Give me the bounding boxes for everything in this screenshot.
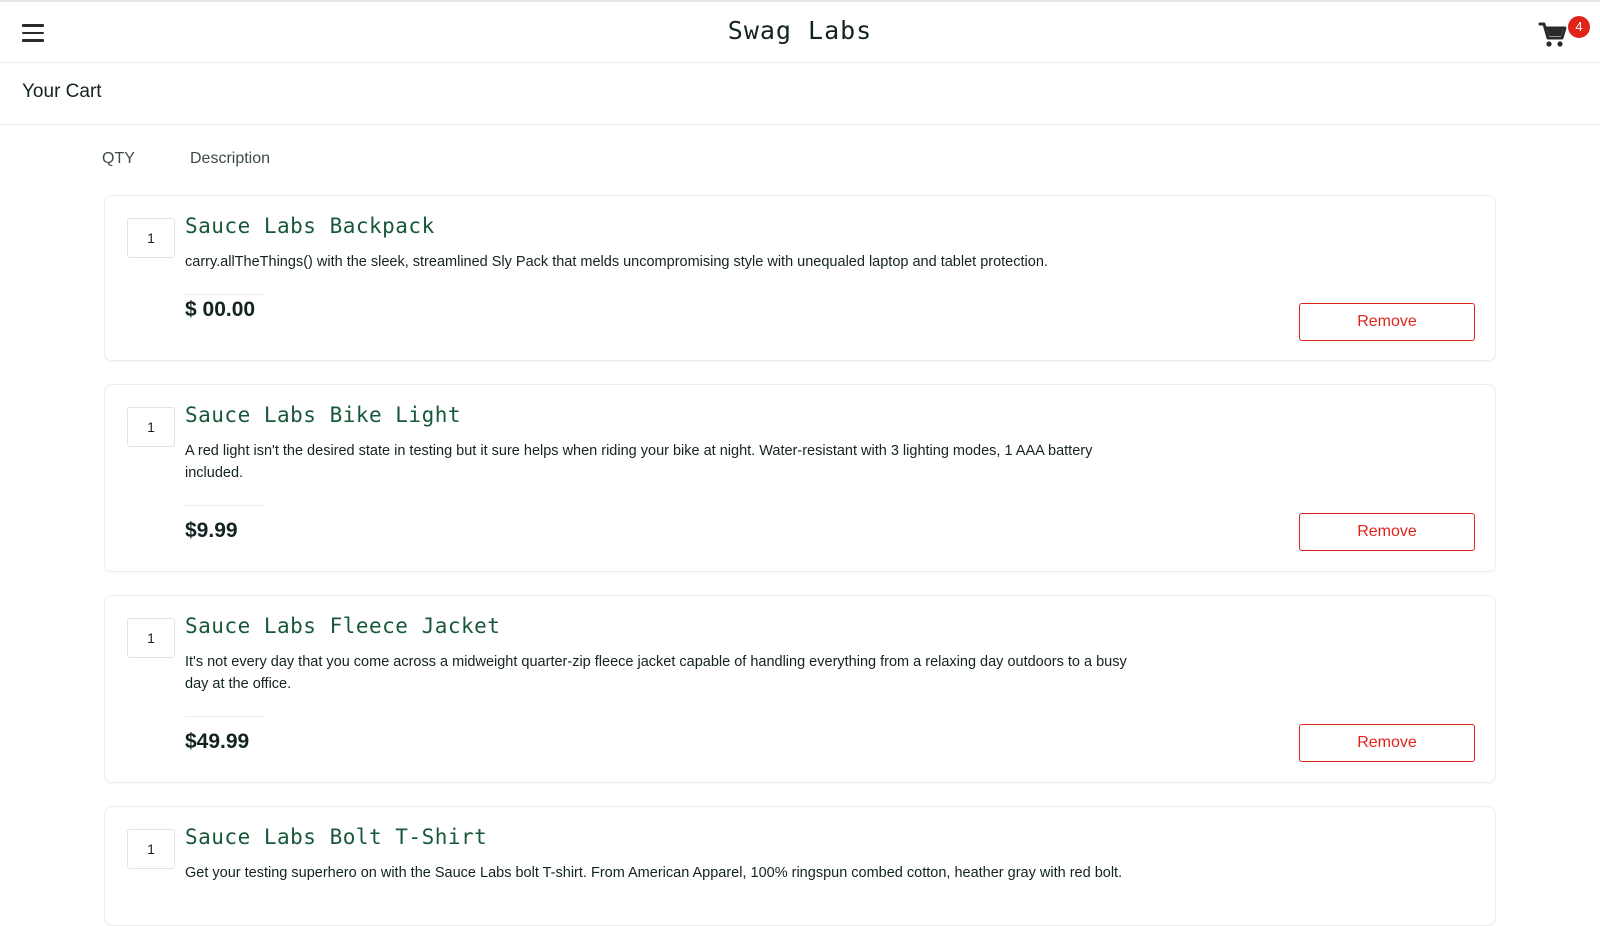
- shopping-cart-button[interactable]: 4: [1538, 16, 1590, 50]
- item-name-link[interactable]: Sauce Labs Bolt T-Shirt: [185, 825, 487, 849]
- shopping-cart-icon: [1538, 22, 1567, 47]
- cart-count-badge: 4: [1568, 16, 1590, 38]
- remove-button[interactable]: Remove: [1299, 513, 1475, 551]
- description-column-header: Description: [190, 150, 271, 167]
- app-title: Swag Labs: [727, 16, 873, 45]
- price-divider: [185, 716, 265, 717]
- item-name-link[interactable]: Sauce Labs Bike Light: [185, 403, 461, 427]
- remove-button[interactable]: Remove: [1299, 303, 1475, 341]
- page-title: Your Cart: [22, 81, 102, 102]
- item-description: It's not every day that you come across …: [185, 654, 1127, 692]
- item-name-link[interactable]: Sauce Labs Backpack: [185, 214, 435, 238]
- item-quantity: 1: [127, 407, 175, 447]
- subheader: Your Cart: [0, 63, 1600, 125]
- item-price: $9.99: [185, 519, 238, 542]
- cart-item: 1 Sauce Labs Fleece Jacket It's not ever…: [104, 595, 1496, 783]
- item-description: Get your testing superhero on with the S…: [185, 865, 1123, 881]
- item-quantity: 1: [127, 218, 175, 258]
- cart-item: 1 Sauce Labs Bike Light A red light isn'…: [104, 384, 1496, 572]
- item-description: A red light isn't the desired state in t…: [185, 443, 1093, 481]
- item-name-link[interactable]: Sauce Labs Fleece Jacket: [185, 614, 500, 638]
- price-divider: [185, 294, 265, 295]
- remove-button[interactable]: Remove: [1299, 724, 1475, 762]
- app-header: Swag Labs 4: [0, 0, 1600, 63]
- item-quantity: 1: [127, 829, 175, 869]
- item-price: $ 00.00: [185, 298, 256, 321]
- qty-column-header: QTY: [102, 150, 135, 167]
- cart-item: 1 Sauce Labs Backpack carry.allTheThings…: [104, 195, 1496, 361]
- item-description: carry.allTheThings() with the sleek, str…: [185, 254, 1048, 270]
- price-divider: [185, 505, 265, 506]
- cart-item: 1 Sauce Labs Bolt T-Shirt Get your testi…: [104, 806, 1496, 926]
- item-quantity: 1: [127, 618, 175, 658]
- item-price: $49.99: [185, 730, 250, 753]
